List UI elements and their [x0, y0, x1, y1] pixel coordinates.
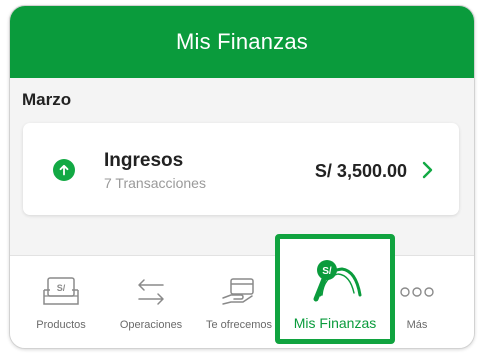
tab-label: Operaciones: [119, 319, 183, 331]
tab-operaciones[interactable]: Operaciones: [110, 256, 192, 348]
tab-mis-finanzas[interactable]: S/ Mis Finanzas: [275, 234, 395, 344]
more-dots-icon: [397, 276, 437, 313]
transfer-arrows-icon: [131, 276, 171, 313]
income-amount: S/ 3,500.00: [314, 161, 407, 181]
income-title: Ingresos: [104, 150, 184, 171]
arrow-up-icon: [53, 159, 75, 181]
income-card[interactable]: Ingresos 7 Transacciones S/ 3,500.00: [23, 123, 459, 215]
products-icon: S/: [41, 276, 81, 313]
finances-gauge-icon: S/: [308, 255, 364, 310]
tab-label: Te ofrecemos: [205, 319, 273, 331]
tab-label: Mis Finanzas: [293, 315, 377, 331]
svg-text:S/: S/: [57, 283, 66, 293]
month-label: Marzo: [22, 90, 72, 109]
tab-label: Productos: [36, 319, 86, 331]
app-screen: Mis Finanzas Marzo Ingresos 7 Transaccio…: [9, 5, 475, 349]
tab-mas[interactable]: Más: [392, 256, 442, 348]
page-header: Mis Finanzas: [10, 6, 474, 78]
tab-productos[interactable]: S/ Productos: [20, 256, 102, 348]
bottom-tab-bar: S/ Productos Operaciones Te ofrecemos Má…: [10, 255, 474, 348]
transactions-count: 7 Transacciones: [104, 175, 206, 191]
page-title: Mis Finanzas: [176, 29, 308, 54]
offers-card-hand-icon: [219, 276, 259, 313]
tab-te-ofrecemos[interactable]: Te ofrecemos: [200, 256, 278, 348]
tab-label: Más: [406, 319, 428, 331]
chevron-right-icon[interactable]: [419, 160, 437, 180]
svg-text:S/: S/: [322, 266, 332, 277]
